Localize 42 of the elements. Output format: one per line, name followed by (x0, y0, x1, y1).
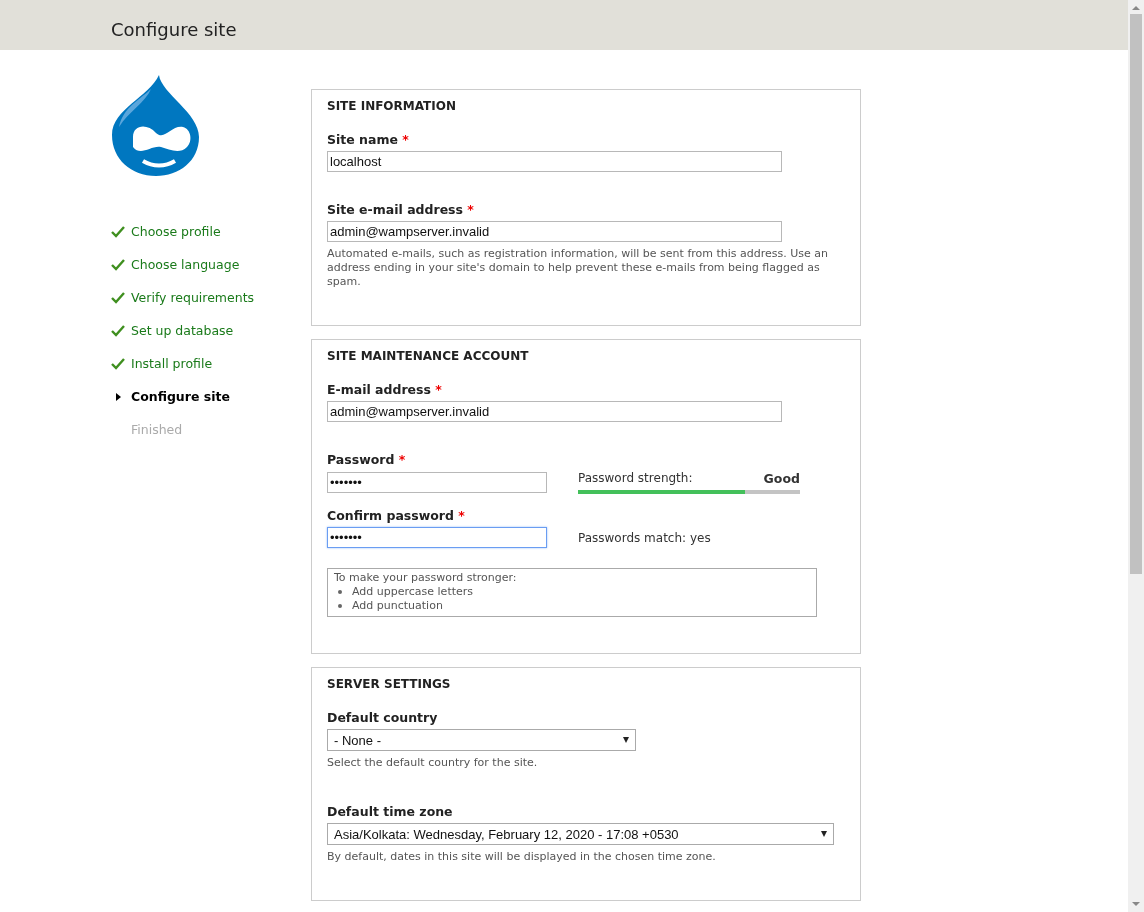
password-input[interactable]: ••••••• (327, 527, 547, 548)
dropdown-select[interactable]: Asia/Kolkata: Wednesday, February 12, 2020 - 17:08 +0530 (327, 823, 834, 845)
field-label: E-mail address * (327, 382, 442, 398)
caret-icon (623, 737, 629, 743)
field-label: Site name * (327, 132, 409, 148)
field-label: Site e-mail address * (327, 202, 474, 218)
step-label: Configure site (131, 389, 230, 404)
field-label: Default country (327, 710, 438, 726)
page-title: Configure site (111, 18, 237, 40)
section-title: SERVER SETTINGS (327, 676, 451, 692)
section-title: SITE INFORMATION (327, 98, 456, 114)
bullet-icon (338, 590, 342, 594)
step-label: Install profile (131, 356, 213, 371)
step-label: Choose profile (131, 224, 221, 239)
tip-text: Add punctuation (352, 599, 443, 613)
step-label: Verify requirements (131, 290, 255, 305)
dropdown-select[interactable]: - None - (327, 729, 636, 751)
scrollbar[interactable] (1128, 0, 1144, 912)
text-input[interactable]: admin@wampserver.invalid (327, 221, 782, 242)
strength-label: Password strength: (578, 471, 693, 486)
field-description: Select the default country for the site. (327, 756, 539, 770)
step-label: Choose language (131, 257, 240, 272)
tips-title: To make your password stronger: (334, 571, 517, 584)
scrollbar-thumb[interactable] (1130, 14, 1142, 574)
section-title: SITE MAINTENANCE ACCOUNT (327, 348, 529, 364)
field-label: Password * (327, 452, 406, 468)
strength-rating: Good (763, 471, 800, 486)
scroll-up-icon[interactable] (1132, 6, 1140, 10)
field-description: By default, dates in this site will be displayed in the chosen time zone. (327, 850, 717, 864)
field-label: Confirm password * (327, 508, 465, 524)
text-input[interactable]: admin@wampserver.invalid (327, 401, 782, 422)
bullet-icon (338, 604, 342, 608)
password-input[interactable]: ••••••• (327, 472, 547, 493)
step-label: Set up database (131, 323, 234, 338)
caret-icon (821, 831, 827, 837)
tip-text: Add uppercase letters (352, 585, 474, 599)
text-input[interactable]: localhost (327, 151, 782, 172)
field-description: Automated e-mails, such as registration information, will be sent from this address. Use an address ending in your site's domain to help prevent these e-mails from being flagged as spam. (327, 247, 830, 289)
match-status: Passwords match: yes (578, 530, 711, 545)
step-label: Finished (131, 422, 183, 437)
field-label: Default time zone (327, 804, 453, 820)
scroll-down-icon[interactable] (1132, 902, 1140, 906)
